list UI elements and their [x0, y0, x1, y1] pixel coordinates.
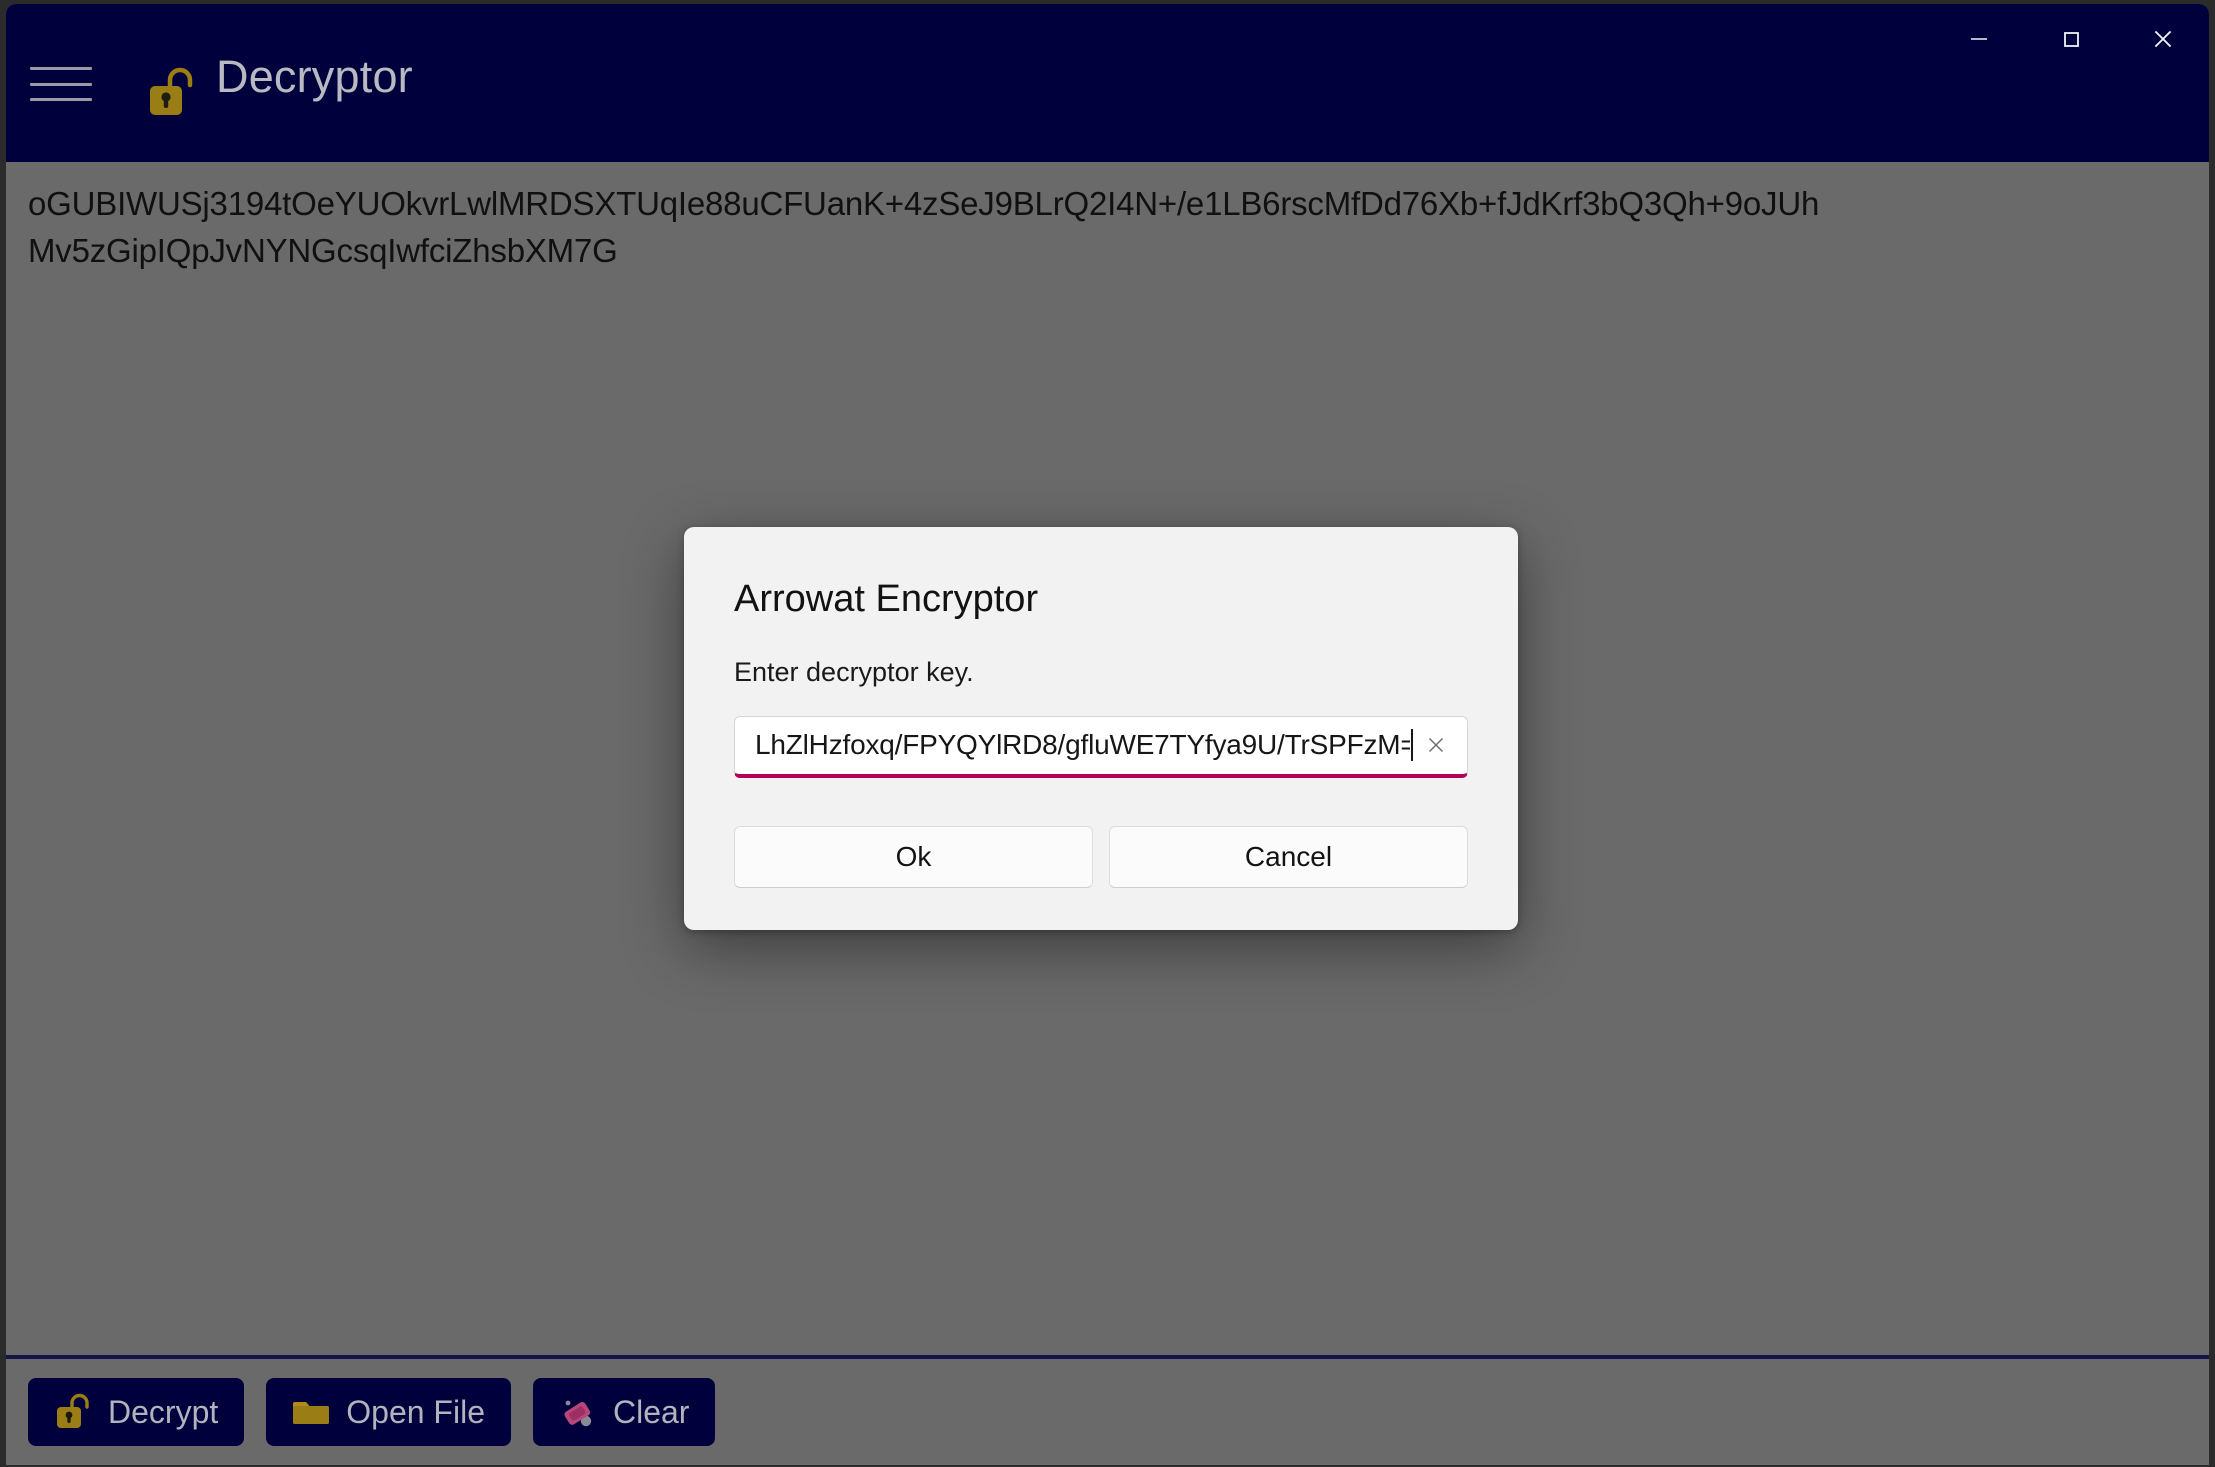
window-controls: [1933, 4, 2209, 74]
eraser-icon: [559, 1393, 597, 1431]
hamburger-bar: [30, 67, 92, 70]
open-file-button[interactable]: Open File: [266, 1378, 511, 1446]
decryptor-key-input[interactable]: LhZlHzfoxq/FPYQYlRD8/gfluWE7TYfya9U/TrSP…: [755, 729, 1410, 761]
clear-button-label: Clear: [612, 1393, 690, 1430]
cancel-button[interactable]: Cancel: [1109, 825, 1468, 888]
decrypt-button-label: Decrypt: [108, 1393, 219, 1430]
dialog-button-row: Ok Cancel: [734, 825, 1468, 888]
clear-button[interactable]: Clear: [532, 1378, 716, 1446]
decryptor-key-dialog: Arrowat Encryptor Enter decryptor key. L…: [684, 527, 1518, 930]
maximize-icon[interactable]: [2025, 4, 2117, 74]
cipher-text-output[interactable]: oGUBIWUSj3194tOeYUOkvrLwlMRDSXTUqIe88uCF…: [28, 180, 1838, 274]
decryptor-key-field[interactable]: LhZlHzfoxq/FPYQYlRD8/gfluWE7TYfya9U/TrSP…: [734, 715, 1468, 778]
unlock-padlock-icon: [146, 66, 196, 118]
unlock-padlock-icon: [54, 1393, 92, 1431]
hamburger-bar: [30, 98, 92, 101]
folder-icon: [292, 1393, 330, 1431]
command-bar: Decrypt Open File Clear: [6, 1355, 2209, 1465]
ok-button[interactable]: Ok: [734, 825, 1093, 888]
page-title: Decryptor: [216, 51, 413, 102]
open-file-button-label: Open File: [346, 1393, 485, 1430]
hamburger-bar: [30, 82, 92, 86]
close-icon[interactable]: [2117, 4, 2209, 74]
decrypt-button[interactable]: Decrypt: [28, 1378, 245, 1446]
title-bar: Decryptor: [6, 4, 2209, 162]
app-root: Decryptor oGUBIWUSj3194tOeYUOkvrLwlMRDSX…: [0, 0, 2215, 1467]
dialog-title: Arrowat Encryptor: [734, 578, 1039, 620]
clear-x-icon[interactable]: [1413, 722, 1459, 768]
minimize-icon[interactable]: [1933, 4, 2025, 74]
hamburger-menu-icon[interactable]: [30, 67, 92, 101]
dialog-message: Enter decryptor key.: [734, 656, 974, 687]
